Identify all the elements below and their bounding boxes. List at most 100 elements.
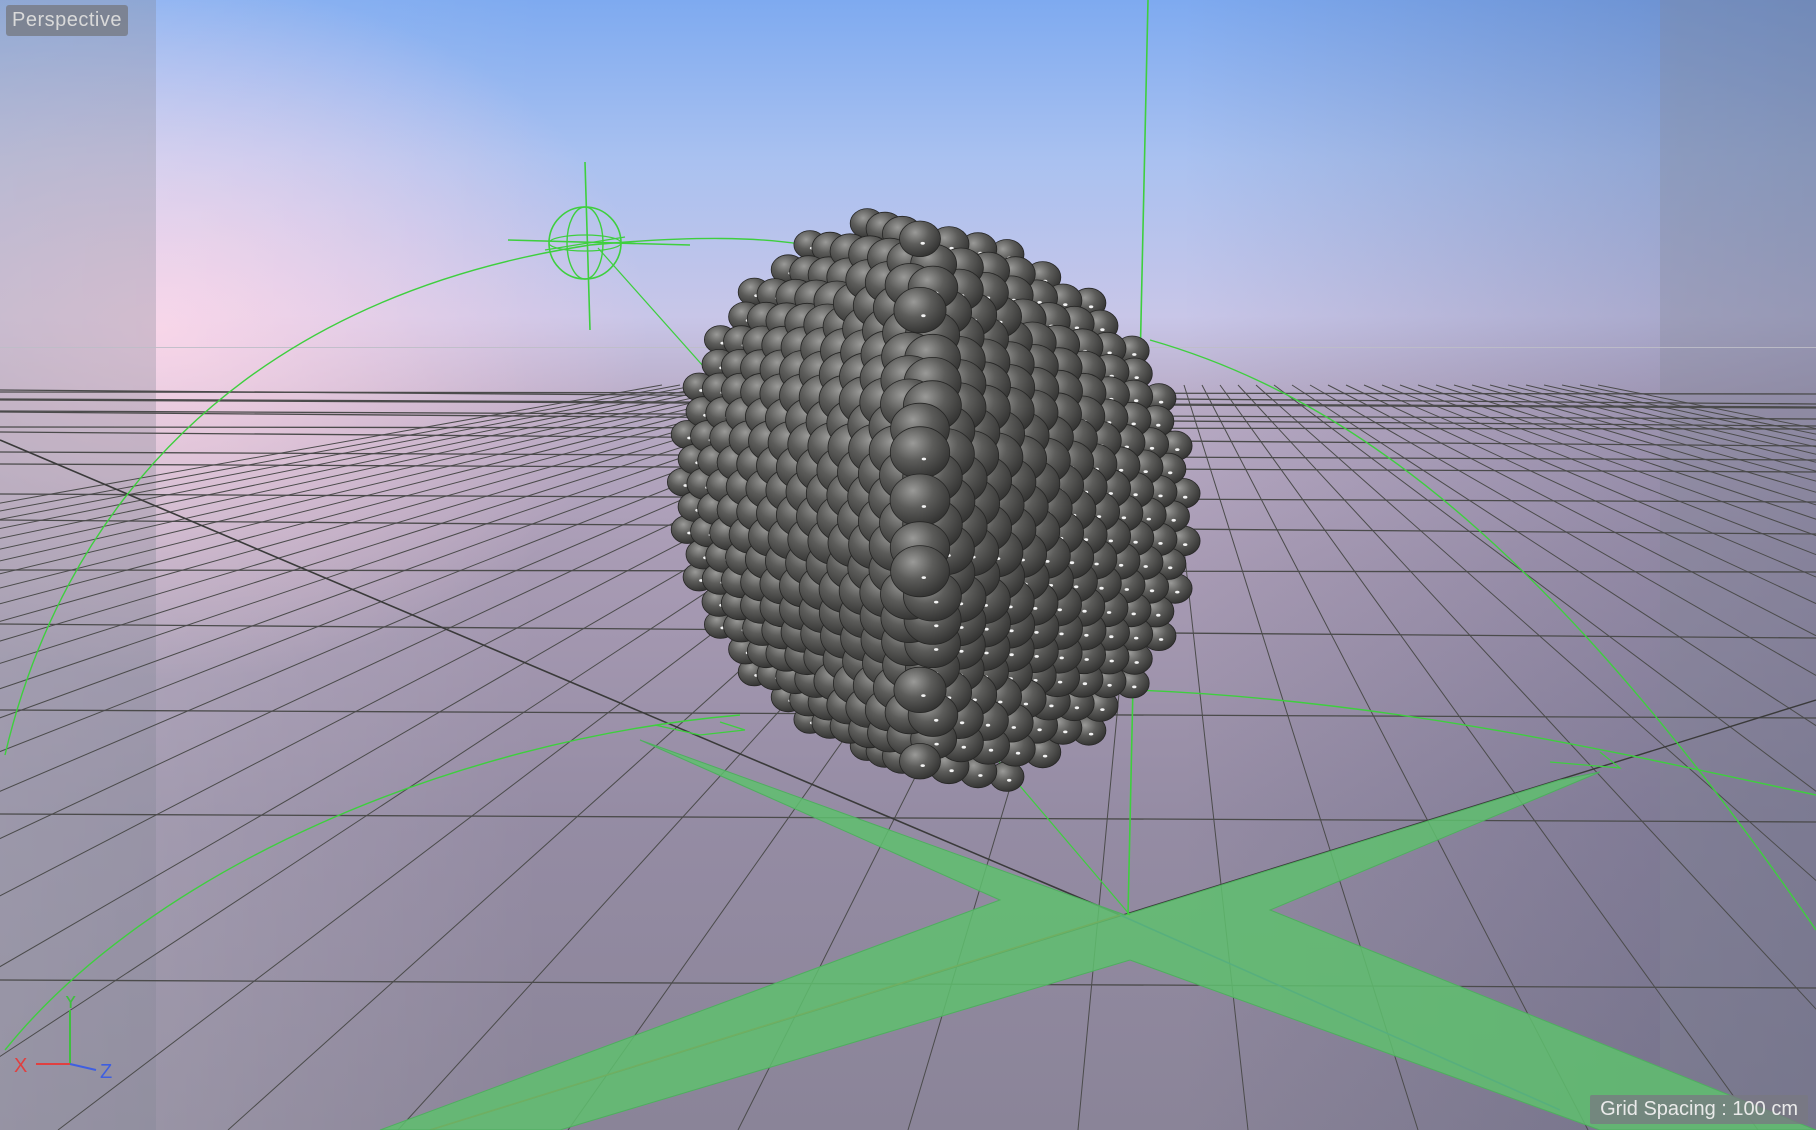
sphere-highlight (1149, 589, 1155, 593)
sphere-highlight (1034, 631, 1039, 634)
sphere-highlight (1118, 563, 1124, 567)
z-axis-label: Z (100, 1061, 112, 1083)
sphere-highlight (984, 651, 989, 655)
sphere-clone (889, 473, 951, 527)
sphere-highlight (1146, 517, 1152, 521)
sphere-highlight (1143, 565, 1148, 568)
sphere-highlight (1088, 732, 1094, 736)
sphere-highlight (1175, 448, 1180, 451)
sphere-highlight (1131, 612, 1136, 616)
sphere-highlight (1107, 351, 1112, 355)
sphere-highlight (1100, 328, 1105, 332)
sphere-highlight (1158, 494, 1163, 498)
sphere-highlight (1057, 680, 1063, 684)
grid-line-v (1525, 384, 1816, 455)
sphere-highlight (1175, 590, 1180, 594)
sphere-highlight (961, 745, 966, 749)
sphere-highlight (920, 241, 925, 245)
sphere-highlight (934, 624, 939, 628)
grid-line-v (1543, 384, 1816, 448)
sphere-clone (893, 666, 947, 714)
sphere-highlight (1106, 611, 1112, 614)
sphere-highlight (1121, 516, 1127, 520)
sphere-highlight (1015, 751, 1021, 755)
sphere-highlight (934, 600, 939, 604)
sphere-highlight (1082, 609, 1087, 613)
sphere-highlight (1049, 704, 1054, 708)
y-axis-label: Y (64, 996, 77, 1013)
sphere-highlight (1168, 471, 1173, 475)
x-axis-label: X (14, 1055, 27, 1077)
sphere-highlight (1156, 423, 1161, 427)
sphere-highlight (1100, 708, 1105, 711)
grid-line-v (1507, 384, 1816, 463)
sphere-highlight (1042, 754, 1048, 758)
sphere-highlight (934, 742, 939, 746)
sphere-highlight (1107, 683, 1112, 687)
sphere-highlight (1074, 585, 1079, 589)
sphere-highlight (978, 774, 983, 777)
sphere-highlight (921, 505, 927, 508)
camera-view-label[interactable]: Perspective (6, 5, 128, 36)
sphere-highlight (1082, 682, 1088, 686)
sphere-clone (889, 426, 951, 479)
sphere-highlight (1171, 518, 1176, 522)
sphere-highlight (1084, 658, 1089, 661)
sphere-highlight (1134, 399, 1139, 403)
axis-orientation-gizmo: Y X Z (14, 996, 112, 1083)
sphere-highlight (1183, 495, 1188, 499)
sphere-highlight (949, 769, 954, 773)
sphere-highlight (1108, 539, 1114, 543)
sphere-highlight (1158, 638, 1164, 641)
sphere-highlight (1007, 778, 1012, 782)
sphere-highlight (1094, 562, 1099, 566)
sphere-highlight (921, 694, 926, 697)
sphere-highlight (1132, 353, 1137, 356)
sphere-highlight (934, 718, 939, 722)
spot-light-gizmo[interactable] (507, 161, 691, 331)
3d-viewport[interactable]: Perspective Grid Spacing : 100 cm Y X Z (0, 0, 1816, 1130)
sphere-highlight (1158, 400, 1164, 404)
sphere-highlight (1124, 588, 1130, 591)
grid-line-v (1579, 384, 1816, 435)
sphere-clone (899, 220, 941, 257)
sphere-highlight (1063, 730, 1068, 734)
sphere-highlight (1074, 706, 1080, 710)
sphere-highlight (921, 576, 926, 579)
sphere-highlight (1084, 633, 1089, 637)
sphere-highlight (1088, 305, 1094, 309)
guide-arc (1134, 689, 1816, 796)
sphere-clone (899, 743, 941, 780)
sphere-highlight (934, 648, 939, 651)
sphere-highlight (921, 314, 926, 318)
sphere-highlight (1099, 586, 1104, 590)
sphere-highlight (1134, 636, 1139, 640)
sphere-highlight (1059, 656, 1064, 660)
sphere-highlight (959, 721, 965, 725)
sphere-highlight (1168, 566, 1173, 570)
sphere-highlight (959, 649, 964, 653)
sphere-highlight (998, 700, 1003, 704)
z-axis-line (69, 1063, 97, 1071)
sphere-cluster[interactable] (667, 208, 1201, 792)
sphere-highlight (1009, 653, 1014, 657)
scene-canvas[interactable] (0, 0, 1816, 1130)
sphere-highlight (1134, 376, 1139, 379)
sphere-highlight (1133, 540, 1138, 544)
sphere-highlight (1149, 446, 1155, 450)
sphere-highlight (988, 748, 994, 752)
sphere-highlight (1183, 543, 1188, 546)
sphere-highlight (1132, 685, 1137, 689)
sphere-highlight (1034, 655, 1039, 658)
sphere-highlight (1131, 422, 1136, 426)
sphere-highlight (1011, 726, 1016, 729)
sphere-highlight (1009, 629, 1014, 633)
sphere-highlight (1023, 702, 1029, 706)
sphere-highlight (1134, 661, 1139, 664)
sphere-highlight (1158, 542, 1163, 545)
sphere-highlight (985, 723, 991, 727)
sphere-highlight (1109, 659, 1114, 663)
sphere-highlight (920, 764, 925, 767)
sphere-highlight (921, 457, 927, 461)
sphere-highlight (1109, 635, 1114, 639)
